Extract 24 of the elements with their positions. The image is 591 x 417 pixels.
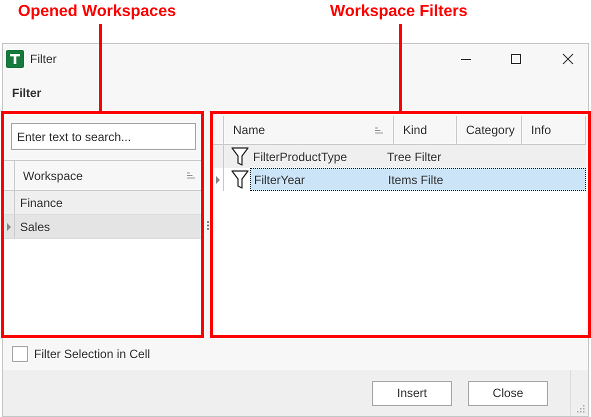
search-field[interactable]: Enter text to search... <box>11 123 196 150</box>
section-header: Filter <box>12 85 42 102</box>
annotation-label: Opened Workspaces <box>18 2 176 22</box>
close-icon[interactable] <box>562 52 574 64</box>
dialog-button[interactable]: Insert <box>372 380 452 406</box>
app-icon <box>6 50 24 68</box>
sort-icon <box>187 172 196 179</box>
column-header[interactable]: Kind <box>394 116 457 144</box>
column-header[interactable]: Category <box>457 116 522 144</box>
annotation-label: Workspace Filters <box>330 2 468 22</box>
column-header[interactable]: Name <box>224 116 394 144</box>
checkbox-label: Filter Selection in Cell <box>34 346 150 362</box>
row-indicator-icon <box>216 176 220 184</box>
maximize-icon[interactable] <box>510 52 522 64</box>
dialog-button[interactable]: Close <box>468 380 548 406</box>
filter-row[interactable]: FilterYear Items Filte <box>250 168 586 191</box>
checkbox[interactable] <box>12 346 28 362</box>
column-header[interactable]: Info <box>522 116 586 144</box>
filter-icon <box>231 146 249 166</box>
window-title: Filter <box>30 50 57 68</box>
resize-grip-icon[interactable] <box>576 404 585 413</box>
splitter-handle-icon[interactable] <box>207 220 209 230</box>
sort-icon <box>375 126 384 134</box>
row-indicator-icon <box>6 222 10 230</box>
